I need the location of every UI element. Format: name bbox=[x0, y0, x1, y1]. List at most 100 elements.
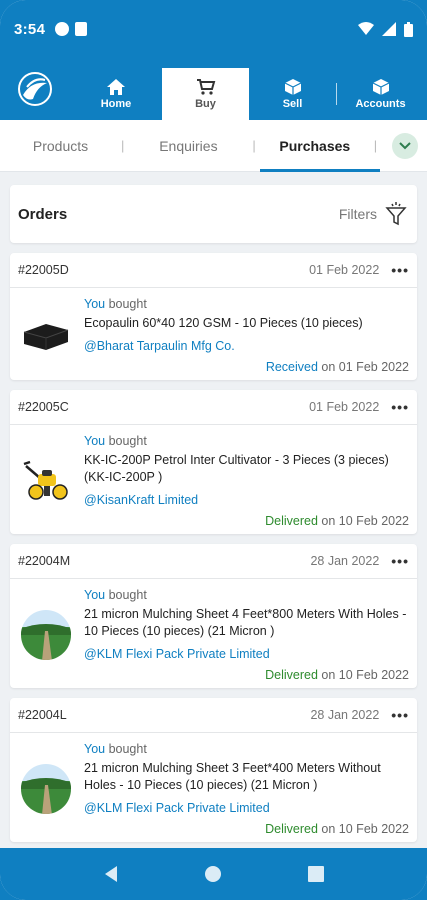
order-card-header: #22005D 01 Feb 2022 ••• bbox=[10, 253, 417, 288]
order-card-body: You bought Ecopaulin 60*40 120 GSM - 10 … bbox=[10, 288, 417, 380]
seller-link[interactable]: @KLM Flexi Pack Private Limited bbox=[84, 646, 409, 663]
nav-tab-label: Buy bbox=[195, 98, 216, 110]
phone-screen: 3:54 Home Buy Sell Accounts Products | E… bbox=[0, 0, 427, 900]
nav-tab-buy[interactable]: Buy bbox=[162, 68, 249, 120]
bought-line: You bought bbox=[84, 741, 409, 758]
order-info: You bought 21 micron Mulching Sheet 4 Fe… bbox=[84, 587, 409, 682]
tab-separator: | bbox=[373, 138, 378, 153]
more-options-icon[interactable]: ••• bbox=[391, 707, 409, 723]
you-label: You bbox=[84, 588, 106, 602]
app-bar: Home Buy Sell Accounts bbox=[0, 58, 427, 120]
signal-icon bbox=[382, 22, 396, 36]
order-info: You bought KK-IC-200P Petrol Inter Culti… bbox=[84, 433, 409, 528]
product-name: KK-IC-200P Petrol Inter Cultivator - 3 P… bbox=[84, 453, 389, 484]
order-info: You bought Ecopaulin 60*40 120 GSM - 10 … bbox=[84, 296, 409, 374]
status-time: 3:54 bbox=[14, 20, 46, 38]
bought-label: bought bbox=[105, 297, 147, 311]
bought-line: You bought bbox=[84, 296, 409, 313]
more-options-icon[interactable]: ••• bbox=[391, 262, 409, 278]
nav-tab-home[interactable]: Home bbox=[70, 68, 162, 120]
order-card-body: You bought KK-IC-200P Petrol Inter Culti… bbox=[10, 425, 417, 534]
you-label: You bbox=[84, 297, 106, 311]
system-navigation-bar bbox=[0, 848, 427, 900]
notification-icons bbox=[55, 22, 88, 36]
field-image-icon bbox=[21, 609, 71, 660]
product-thumbnail bbox=[18, 433, 74, 528]
tab-products[interactable]: Products bbox=[0, 120, 121, 172]
logo-icon bbox=[18, 72, 52, 106]
status-date: on 10 Feb 2022 bbox=[317, 668, 409, 682]
order-card-body: You bought 21 micron Mulching Sheet 4 Fe… bbox=[10, 579, 417, 688]
order-info: You bought 21 micron Mulching Sheet 3 Fe… bbox=[84, 741, 409, 836]
order-card-header: #22004M 28 Jan 2022 ••• bbox=[10, 544, 417, 579]
status-date: on 10 Feb 2022 bbox=[317, 822, 409, 836]
system-icons bbox=[358, 21, 413, 37]
orders-header: Orders Filters bbox=[10, 185, 417, 243]
bought-line: You bought bbox=[84, 587, 409, 604]
product-name: 21 micron Mulching Sheet 4 Feet*800 Mete… bbox=[84, 607, 407, 638]
order-status: Received on 01 Feb 2022 bbox=[84, 360, 409, 374]
tab-purchases[interactable]: Purchases bbox=[256, 120, 374, 172]
chevron-down-icon bbox=[399, 142, 411, 150]
bought-label: bought bbox=[105, 742, 147, 756]
order-status: Delivered on 10 Feb 2022 bbox=[84, 514, 409, 528]
status-word: Delivered bbox=[265, 822, 318, 836]
status-word: Delivered bbox=[265, 668, 318, 682]
order-card-body: You bought 21 micron Mulching Sheet 3 Fe… bbox=[10, 733, 417, 842]
nav-tab-label: Accounts bbox=[355, 98, 406, 110]
order-date: 01 Feb 2022 bbox=[309, 263, 380, 277]
sim-card-icon bbox=[75, 22, 88, 36]
orders-content[interactable]: Orders Filters #22005D 01 Feb 2022 ••• Y… bbox=[0, 172, 427, 848]
status-date: on 10 Feb 2022 bbox=[317, 514, 409, 528]
order-id: #22004M bbox=[18, 554, 71, 568]
status-word: Delivered bbox=[265, 514, 318, 528]
order-card[interactable]: #22005C 01 Feb 2022 ••• You bought KK-IC… bbox=[10, 390, 417, 534]
seller-link[interactable]: @Bharat Tarpaulin Mfg Co. bbox=[84, 338, 409, 355]
nav-tab-accounts[interactable]: Accounts bbox=[337, 68, 424, 120]
seller-link[interactable]: @KisanKraft Limited bbox=[84, 492, 409, 509]
sub-tabs: Products | Enquiries | Purchases | bbox=[0, 120, 427, 172]
bought-label: bought bbox=[105, 588, 147, 602]
order-id: #22005D bbox=[18, 263, 69, 277]
cart-icon bbox=[196, 79, 215, 95]
back-icon[interactable] bbox=[103, 865, 119, 883]
order-status: Delivered on 10 Feb 2022 bbox=[84, 668, 409, 682]
home-circle-icon[interactable] bbox=[204, 865, 222, 883]
more-tabs-button[interactable] bbox=[392, 133, 418, 159]
order-date: 28 Jan 2022 bbox=[310, 708, 380, 722]
product-thumbnail bbox=[18, 741, 74, 836]
cultivator-image-icon bbox=[23, 460, 68, 500]
home-icon bbox=[107, 79, 125, 95]
status-word: Received bbox=[265, 360, 318, 374]
app-notification-icon bbox=[55, 22, 70, 36]
seller-link[interactable]: @KLM Flexi Pack Private Limited bbox=[84, 800, 409, 817]
nav-tab-label: Home bbox=[100, 98, 132, 110]
order-id: #22005C bbox=[18, 400, 69, 414]
order-date: 01 Feb 2022 bbox=[309, 400, 380, 414]
bought-label: bought bbox=[105, 434, 147, 448]
order-card[interactable]: #22004L 28 Jan 2022 ••• You bought 21 mi… bbox=[10, 698, 417, 842]
tarpaulin-image-icon bbox=[23, 324, 69, 350]
box-icon bbox=[372, 79, 389, 95]
more-options-icon[interactable]: ••• bbox=[391, 399, 409, 415]
wifi-icon bbox=[358, 22, 374, 35]
order-card[interactable]: #22005D 01 Feb 2022 ••• You bought Ecopa… bbox=[10, 253, 417, 380]
bought-line: You bought bbox=[84, 433, 409, 450]
app-logo[interactable] bbox=[0, 58, 70, 120]
product-name: 21 micron Mulching Sheet 3 Feet*400 Mete… bbox=[84, 761, 381, 792]
battery-icon bbox=[404, 21, 413, 37]
order-card-header: #22005C 01 Feb 2022 ••• bbox=[10, 390, 417, 425]
more-options-icon[interactable]: ••• bbox=[391, 553, 409, 569]
status-date: on 01 Feb 2022 bbox=[317, 360, 409, 374]
status-bar: 3:54 bbox=[0, 0, 427, 58]
filter-icon bbox=[385, 202, 407, 226]
nav-tab-sell[interactable]: Sell bbox=[249, 68, 336, 120]
order-card[interactable]: #22004M 28 Jan 2022 ••• You bought 21 mi… bbox=[10, 544, 417, 688]
product-thumbnail bbox=[18, 587, 74, 682]
filters-button[interactable]: Filters bbox=[339, 201, 407, 227]
tab-enquiries[interactable]: Enquiries bbox=[124, 120, 252, 172]
recents-icon[interactable] bbox=[308, 866, 325, 882]
product-thumbnail bbox=[18, 296, 74, 374]
box-icon bbox=[284, 79, 301, 95]
field-image-icon bbox=[21, 763, 71, 814]
